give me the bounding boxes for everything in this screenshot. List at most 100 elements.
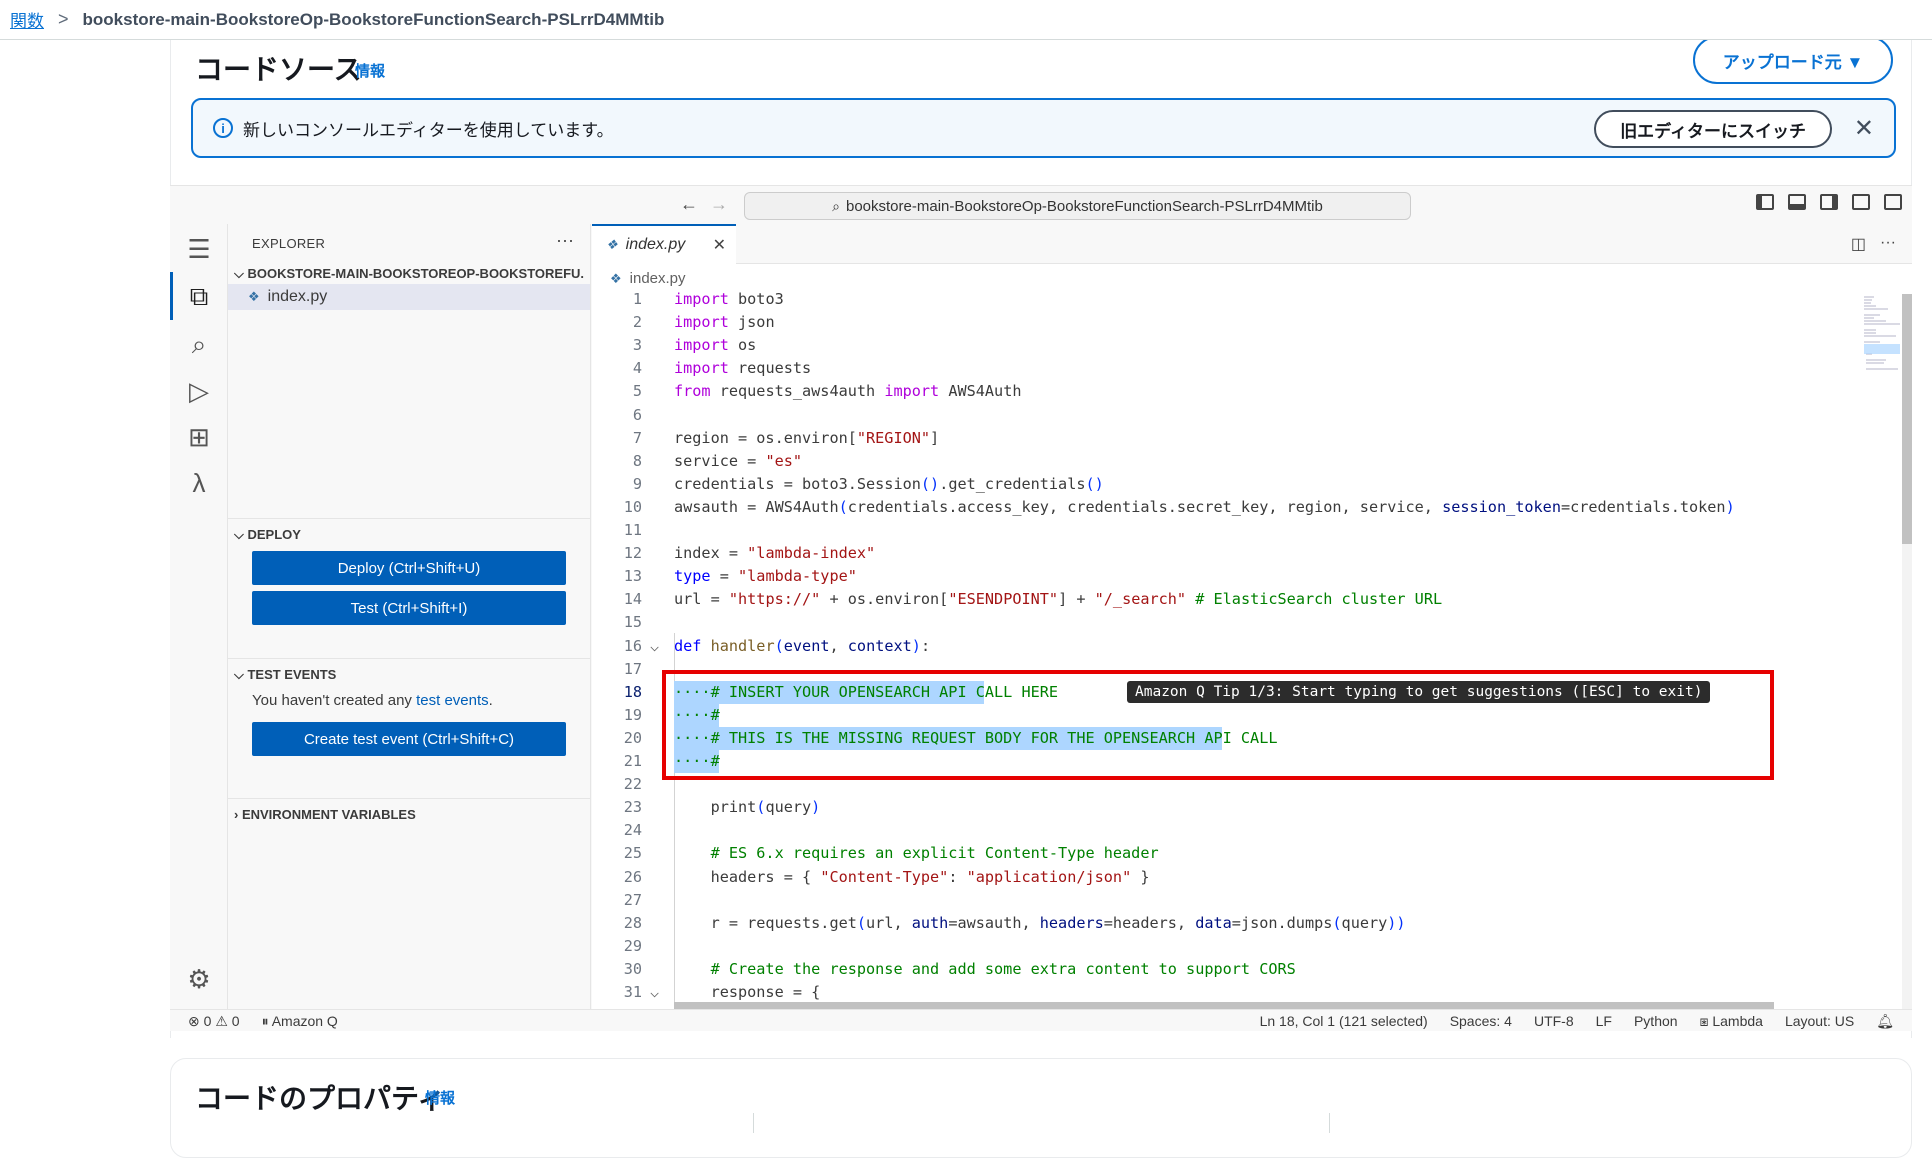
run-debug-icon[interactable]: ▷ [184,376,214,406]
tab-index-py[interactable]: ❖ index.py ✕ [592,224,736,264]
code-line[interactable]: 9 credentials = boto3.Session().get_crede… [592,473,1892,496]
indentation-status[interactable]: Spaces: 4 [1450,1013,1512,1030]
language-status[interactable]: Python [1634,1013,1678,1030]
line-number: 21 [623,752,642,770]
more-actions-icon[interactable]: ··· [1880,234,1896,254]
info-link[interactable]: 情報 [355,60,385,81]
sidebar: EXPLORER ··· ⌵ BOOKSTORE-MAIN-BOOKSTOREO… [228,224,591,1009]
encoding-status[interactable]: UTF-8 [1534,1013,1574,1030]
split-editor-icon[interactable]: ◫ [1851,234,1866,254]
more-actions-icon[interactable]: ··· [556,230,574,251]
code-line[interactable]: 3 import os [592,334,1892,357]
lambda-label: Lambda [1712,1013,1763,1029]
minimap[interactable] [1862,294,1902,1009]
bell-icon[interactable]: 🔔︎ [1876,1013,1894,1030]
code-line[interactable]: 31 ⌵ response = { [592,981,1892,1004]
test-button[interactable]: Test (Ctrl+Shift+I) [252,591,566,625]
code-line[interactable]: 1 import boto3 [592,288,1892,311]
search-icon: ⌕ [832,197,840,214]
keyboard-layout-status[interactable]: Layout: US [1785,1013,1854,1030]
warning-count: 0 [231,1013,240,1029]
test-events-section-header[interactable]: ⌵ TEST EVENTS [234,667,336,683]
fold-chevron-icon[interactable]: ⌵ [650,981,659,1004]
lambda-icon[interactable]: λ [184,468,214,498]
layout-controls [1756,194,1902,210]
code-line[interactable]: 4 import requests [592,357,1892,380]
editor-breadcrumb[interactable]: ❖ index.py [610,270,686,287]
code-line[interactable]: 5 from requests_aws4auth import AWS4Auth [592,380,1892,403]
line-number: 6 [632,405,642,424]
code-line[interactable]: 26 headers = { "Content-Type": "applicat… [592,866,1892,889]
code-text: import boto3 [674,290,784,308]
customize-layout-icon[interactable] [1852,194,1870,210]
line-number: 20 [623,728,642,747]
active-indicator [170,272,173,320]
code-line[interactable]: 23 print(query) [592,796,1892,819]
problems-status[interactable]: ⊗ 0 ⚠ 0 [188,1013,240,1030]
toggle-secondary-sidebar-icon[interactable] [1820,194,1838,210]
deploy-section-header[interactable]: ⌵ DEPLOY [234,527,301,543]
code-line[interactable]: 8 service = "es" [592,450,1892,473]
code-line[interactable]: 10 awsauth = AWS4Auth(credentials.access_… [592,496,1892,519]
lambda-status[interactable]: ⧆ Lambda [1700,1013,1763,1030]
switch-legacy-editor-button[interactable]: 旧エディターにスイッチ [1594,110,1832,148]
toggle-sidebar-icon[interactable] [1756,194,1774,210]
line-number: 18 [623,682,642,701]
gear-icon[interactable]: ⚙ [184,964,214,994]
code-line[interactable]: 29 [592,935,1892,958]
code-line[interactable]: 11 [592,519,1892,542]
close-icon[interactable]: ✕ [713,235,726,255]
environment-variables-section-header[interactable]: › ENVIRONMENT VARIABLES [234,807,416,822]
code-line[interactable]: 30 # Create the response and add some ex… [592,958,1892,981]
code-line[interactable]: 15 [592,611,1892,634]
banner-message: 新しいコンソールエディターを使用しています。 [243,120,614,140]
code-line[interactable]: 7 region = os.environ["REGION"] [592,427,1892,450]
code-properties-card: コードのプロパティ 情報 [170,1058,1912,1158]
code-line[interactable]: 14 url = "https://" + os.environ["ESENDPO… [592,588,1892,611]
cursor-position[interactable]: Ln 18, Col 1 (121 selected) [1260,1013,1428,1030]
editor-tabs: ❖ index.py ✕ ◫ ··· [592,224,1912,264]
deploy-button[interactable]: Deploy (Ctrl+Shift+U) [252,551,566,585]
code-line[interactable]: 6 [592,404,1892,427]
info-icon: i [213,118,233,138]
code-line[interactable]: 16 ⌵ def handler(event, context): [592,635,1892,658]
line-number: 29 [623,936,642,955]
code-line[interactable]: 12 index = "lambda-index" [592,542,1892,565]
extensions-icon[interactable]: ⊞ [184,422,214,452]
code-line[interactable]: 2 import json [592,311,1892,334]
upload-from-button[interactable]: アップロード元 ▼ [1693,36,1893,84]
breadcrumb-functions-link[interactable]: 関数 [10,7,44,32]
code-line[interactable]: 28 r = requests.get(url, auth=awsauth, h… [592,912,1892,935]
test-events-link[interactable]: test events [416,692,489,709]
properties-info-link[interactable]: 情報 [425,1087,455,1108]
code-area[interactable]: 1 import boto3 2 import json 3 import os 4 impo… [592,288,1902,1009]
code-text: def handler(event, context): [674,636,931,655]
code-line[interactable]: 27 [592,889,1892,912]
maximize-icon[interactable] [1884,194,1902,210]
activity-bar: ☰ ⧉ ⌕ ▷ ⊞ λ ⚙ [170,224,228,1009]
line-number: 26 [623,867,642,886]
menu-icon[interactable]: ☰ [184,234,214,264]
eol-status[interactable]: LF [1596,1013,1612,1030]
code-line[interactable]: 24 [592,819,1892,842]
code-text: import json [674,313,775,332]
back-arrow-icon[interactable]: ← [680,194,698,215]
code-line[interactable]: 25 # ES 6.x requires an explicit Content… [592,842,1892,865]
close-icon[interactable]: ✕ [1854,114,1874,143]
command-center-search[interactable]: ⌕ bookstore-main-BookstoreOp-BookstoreFu… [744,192,1411,220]
explorer-files-icon[interactable]: ⧉ [184,281,214,312]
search-icon[interactable]: ⌕ [184,329,214,360]
info-banner: i 新しいコンソールエディターを使用しています。 旧エディターにスイッチ ✕ [191,98,1896,158]
fold-chevron-icon[interactable]: ⌵ [650,635,659,658]
file-index-py[interactable]: ❖ index.py [228,284,590,310]
python-file-icon: ❖ [606,237,618,252]
code-line[interactable]: 13 type = "lambda-type" [592,565,1892,588]
toggle-panel-icon[interactable] [1788,194,1806,210]
code-text: # Create the response and add some extra… [674,959,1296,978]
vertical-scrollbar-thumb[interactable] [1902,294,1912,544]
forward-arrow-icon[interactable]: → [710,194,728,215]
folder-name: BOOKSTORE-MAIN-BOOKSTOREOP-BOOKSTOREFU..… [247,266,584,281]
amazon-q-status[interactable]: ⏸ Amazon Q [262,1013,338,1030]
create-test-event-button[interactable]: Create test event (Ctrl+Shift+C) [252,722,566,756]
workspace-folder[interactable]: ⌵ BOOKSTORE-MAIN-BOOKSTOREOP-BOOKSTOREFU… [234,266,584,282]
